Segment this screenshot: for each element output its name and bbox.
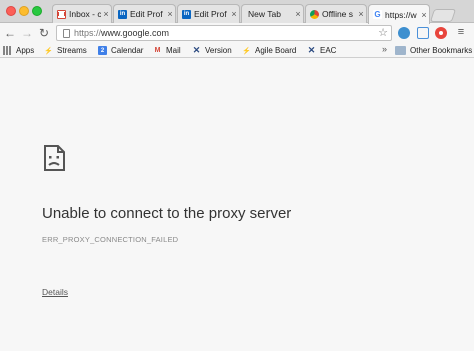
bookmarks-overflow-chevron-icon[interactable]: » <box>382 44 387 54</box>
bookmark-agile-board[interactable]: ⚡ Agile Board <box>242 45 296 56</box>
forward-button[interactable]: → <box>20 26 34 40</box>
extension-shield-icon[interactable] <box>398 27 410 39</box>
folder-icon <box>395 46 406 55</box>
offline-icon <box>310 9 319 19</box>
tab-title: Offline s <box>322 9 354 19</box>
agile-board-icon: ⚡ <box>242 47 251 55</box>
bookmark-label: Calendar <box>111 46 144 55</box>
tab-close-icon[interactable]: × <box>293 9 303 19</box>
bookmark-calendar[interactable]: 2 Calendar <box>98 45 143 56</box>
bookmark-version[interactable]: ✕ Version <box>192 45 232 56</box>
calendar-icon: 2 <box>98 46 107 55</box>
tab-close-icon[interactable]: × <box>356 9 366 19</box>
error-page: Unable to connect to the proxy server ER… <box>0 59 474 351</box>
url-host: www.google.com <box>101 28 170 38</box>
tab-offline[interactable]: Offline s × <box>305 4 367 23</box>
tab-title: Edit Prof <box>194 9 227 19</box>
page-icon <box>63 29 70 38</box>
tab-inbox[interactable]: Inbox - c × <box>52 4 112 23</box>
apps-icon <box>3 46 12 55</box>
tab-close-icon[interactable]: × <box>101 9 111 19</box>
tab-title: https://w <box>385 9 417 20</box>
bookmark-mail[interactable]: M Mail <box>153 45 181 56</box>
tab-title: Inbox - c <box>69 9 101 19</box>
bookmarks-bar: Apps ⚡ Streams 2 Calendar M Mail ✕ Versi… <box>0 43 474 58</box>
bookmark-label: EAC <box>320 46 337 55</box>
bookmark-label: Streams <box>57 46 87 55</box>
bookmark-star-icon[interactable]: ☆ <box>378 26 388 39</box>
tab-new-tab[interactable]: New Tab × <box>241 4 304 23</box>
version-icon: ✕ <box>192 45 201 55</box>
google-icon: G <box>373 10 382 19</box>
error-code: ERR_PROXY_CONNECTION_FAILED <box>42 235 179 244</box>
address-bar[interactable]: https://www.google.com ☆ <box>56 25 392 41</box>
tab-strip: Inbox - c × in Edit Prof × in Edit Prof … <box>0 0 474 24</box>
bookmark-apps[interactable]: Apps <box>3 45 34 56</box>
new-tab-button[interactable] <box>429 9 457 22</box>
tab-active-google[interactable]: G https://w × <box>368 4 430 24</box>
url-text[interactable]: https://www.google.com <box>74 28 169 38</box>
bookmark-streams[interactable]: ⚡ Streams <box>44 45 87 56</box>
tab-edit-profile-1[interactable]: in Edit Prof × <box>113 4 176 23</box>
bookmark-label: Agile Board <box>255 46 297 55</box>
minimize-window-button[interactable] <box>19 6 29 16</box>
error-title: Unable to connect to the proxy server <box>42 205 292 222</box>
extension-record-icon[interactable] <box>435 27 447 39</box>
tab-close-icon[interactable]: × <box>165 9 175 19</box>
extension-cast-icon[interactable] <box>417 27 429 39</box>
bookmark-eac[interactable]: ✕ EAC <box>307 45 337 56</box>
gmail-icon <box>57 9 66 19</box>
other-bookmarks-folder[interactable]: Other Bookmarks <box>395 45 472 56</box>
sad-document-icon <box>44 145 65 171</box>
toolbar: ← → ↻ https://www.google.com ☆ ≡ <box>0 23 474 43</box>
back-button[interactable]: ← <box>3 26 17 40</box>
tab-close-icon[interactable]: × <box>229 9 239 19</box>
gmail-icon: M <box>154 47 161 54</box>
zoom-window-button[interactable] <box>32 6 42 16</box>
streams-icon: ⚡ <box>44 47 53 55</box>
eac-icon: ✕ <box>307 45 316 55</box>
tab-close-icon[interactable]: × <box>419 10 429 20</box>
reload-button[interactable]: ↻ <box>37 26 51 40</box>
bookmark-label: Version <box>205 46 232 55</box>
linkedin-icon: in <box>182 9 191 19</box>
bookmark-label: Mail <box>166 46 181 55</box>
details-link[interactable]: Details <box>42 287 68 297</box>
bookmark-label: Apps <box>16 46 35 55</box>
url-scheme: https:// <box>74 28 102 38</box>
chrome-menu-icon[interactable]: ≡ <box>455 27 467 39</box>
tab-title: New Tab <box>248 9 281 19</box>
linkedin-icon: in <box>118 9 127 19</box>
tab-title: Edit Prof <box>130 9 163 19</box>
other-bookmarks-label: Other Bookmarks <box>410 46 473 55</box>
tab-edit-profile-2[interactable]: in Edit Prof × <box>177 4 240 23</box>
close-window-button[interactable] <box>6 6 16 16</box>
